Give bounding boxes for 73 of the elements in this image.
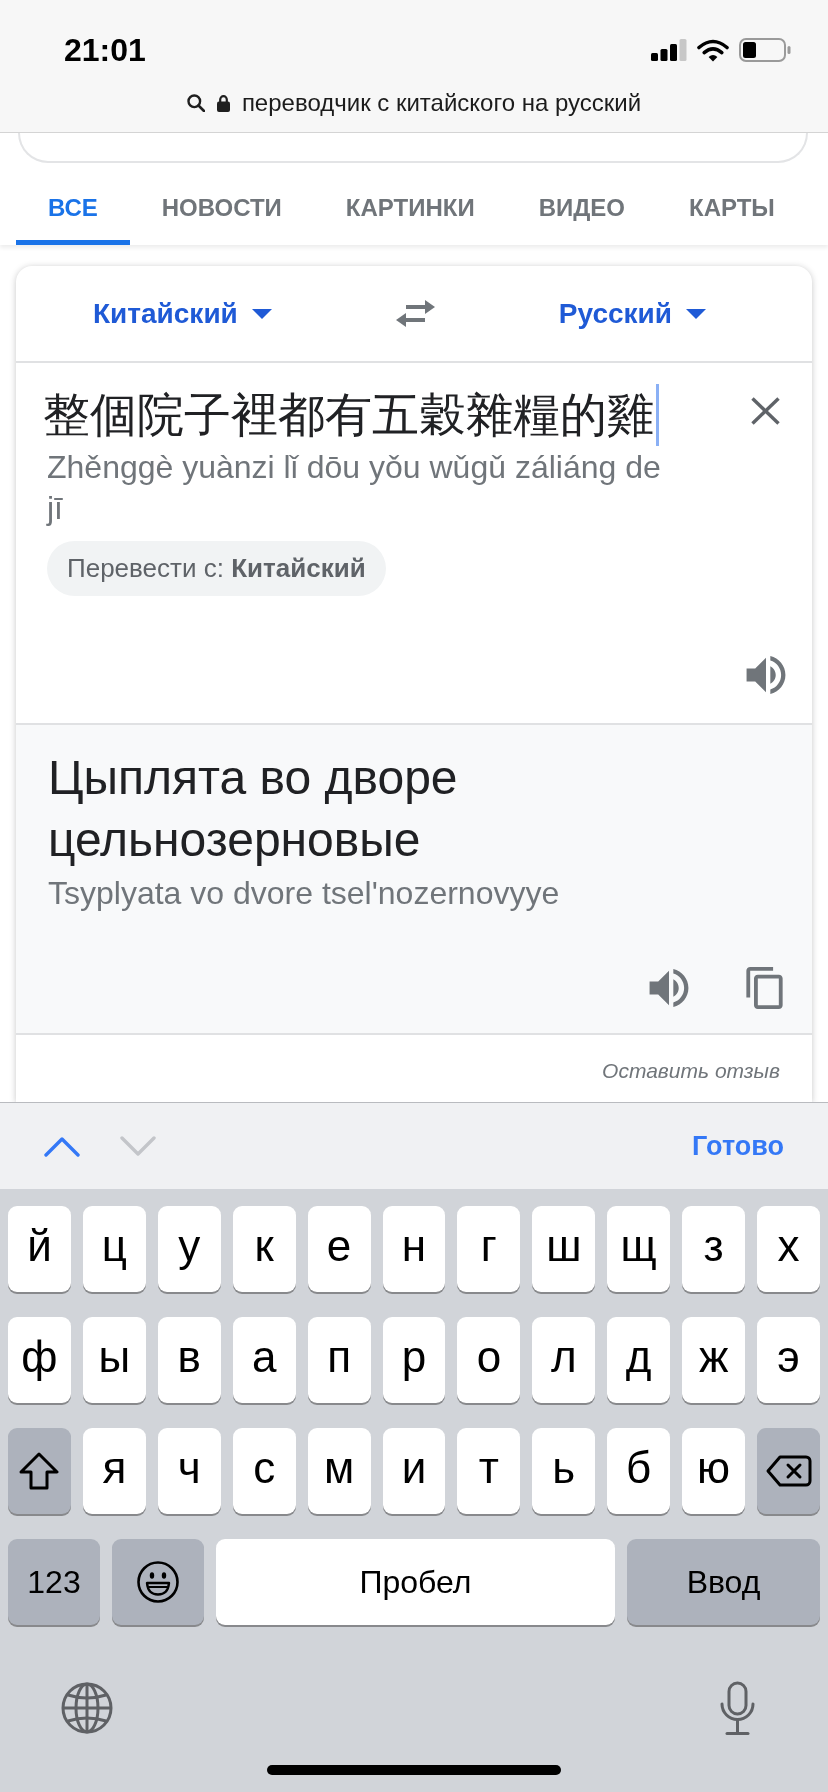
letter-key[interactable]: ф bbox=[8, 1317, 71, 1403]
source-romanization: Zhěnggè yuànzi lǐ dōu yǒu wǔgǔ záliáng de jī bbox=[47, 448, 662, 528]
letter-key[interactable]: с bbox=[232, 1428, 296, 1514]
space-key[interactable]: Пробел bbox=[216, 1539, 615, 1625]
close-icon[interactable] bbox=[751, 397, 780, 425]
globe-icon[interactable] bbox=[61, 1682, 113, 1734]
text-cursor bbox=[656, 384, 659, 446]
speaker-icon[interactable] bbox=[649, 969, 689, 1007]
detected-language-chip[interactable]: Перевести с: Китайский bbox=[47, 541, 386, 596]
letter-key[interactable]: т bbox=[457, 1428, 521, 1514]
letter-key[interactable]: п bbox=[307, 1317, 371, 1403]
letter-key[interactable]: в bbox=[157, 1317, 221, 1403]
letter-key[interactable]: ы bbox=[82, 1317, 146, 1403]
letter-key[interactable]: я bbox=[82, 1428, 146, 1514]
letter-key[interactable]: ь bbox=[532, 1428, 596, 1514]
letter-key[interactable]: р bbox=[382, 1317, 446, 1403]
letter-key[interactable]: г bbox=[457, 1206, 521, 1292]
letter-key[interactable]: о bbox=[457, 1317, 521, 1403]
letter-key[interactable]: и bbox=[382, 1428, 446, 1514]
letter-key[interactable]: к bbox=[232, 1206, 296, 1292]
letter-key[interactable]: ю bbox=[682, 1428, 746, 1514]
letter-key[interactable]: ц bbox=[82, 1206, 146, 1292]
status-time: 21:01 bbox=[64, 31, 146, 70]
target-language-button[interactable]: Русский bbox=[558, 292, 706, 335]
copy-icon[interactable] bbox=[746, 967, 783, 1009]
emoji-key[interactable] bbox=[112, 1539, 204, 1625]
letter-key[interactable]: х bbox=[757, 1206, 820, 1292]
translation-romanization: Tsyplyata vo dvore tsel'nozernovyye bbox=[48, 874, 560, 913]
letter-key[interactable]: м bbox=[307, 1428, 371, 1514]
battery-icon bbox=[739, 38, 791, 62]
smiley-icon bbox=[137, 1561, 179, 1603]
letter-key[interactable]: д bbox=[607, 1317, 671, 1403]
caret-icon bbox=[251, 308, 272, 319]
letter-key[interactable]: а bbox=[232, 1317, 296, 1403]
search-icon bbox=[186, 94, 205, 112]
search-field[interactable] bbox=[18, 133, 808, 163]
letter-key[interactable]: ж bbox=[682, 1317, 746, 1403]
category-tab[interactable]: НОВОСТИ bbox=[129, 165, 314, 245]
delete-key[interactable] bbox=[757, 1428, 820, 1514]
translation-text: Цыплята во дворе цельнозерновые bbox=[48, 750, 459, 868]
microphone-icon[interactable] bbox=[719, 1680, 756, 1736]
shift-key[interactable] bbox=[8, 1428, 71, 1514]
numbers-key[interactable]: 123 bbox=[8, 1539, 100, 1625]
letter-key[interactable]: б bbox=[607, 1428, 671, 1514]
letter-key[interactable]: л bbox=[532, 1317, 596, 1403]
wifi-icon bbox=[697, 38, 729, 62]
done-button[interactable]: Готово bbox=[692, 1125, 784, 1167]
letter-key[interactable]: з bbox=[682, 1206, 746, 1292]
source-language-button[interactable]: Китайский bbox=[93, 292, 272, 335]
letter-key[interactable]: щ bbox=[607, 1206, 671, 1292]
category-tab[interactable]: КАРТИНКИ bbox=[313, 165, 507, 245]
lock-icon bbox=[216, 94, 230, 112]
address-text[interactable]: переводчик с китайского на русский bbox=[241, 88, 642, 118]
category-tab[interactable]: КАРТЫ bbox=[657, 165, 807, 245]
letter-key[interactable]: ш bbox=[532, 1206, 596, 1292]
source-text-input[interactable]: 整個院子裡都有五穀雜糧的雞 bbox=[43, 383, 659, 447]
signal-icon bbox=[651, 39, 687, 61]
return-key[interactable]: Ввод bbox=[627, 1539, 820, 1625]
category-tab[interactable]: ВСЕ bbox=[16, 165, 130, 245]
category-tab[interactable]: ВИДЕО bbox=[506, 165, 657, 245]
chevron-up-icon[interactable] bbox=[44, 1135, 80, 1157]
feedback-link[interactable]: Оставить отзыв bbox=[602, 1054, 780, 1087]
letter-key[interactable]: н bbox=[382, 1206, 446, 1292]
letter-key[interactable]: е bbox=[307, 1206, 371, 1292]
speaker-icon[interactable] bbox=[746, 656, 786, 694]
letter-key[interactable]: й bbox=[8, 1206, 71, 1292]
letter-key[interactable]: ч bbox=[157, 1428, 221, 1514]
backspace-icon bbox=[765, 1455, 812, 1487]
letter-key[interactable]: э bbox=[757, 1317, 820, 1403]
letter-key[interactable]: у bbox=[157, 1206, 221, 1292]
shift-arrow-icon bbox=[19, 1452, 60, 1490]
swap-arrows-icon[interactable] bbox=[395, 300, 435, 327]
caret-icon bbox=[686, 308, 706, 319]
